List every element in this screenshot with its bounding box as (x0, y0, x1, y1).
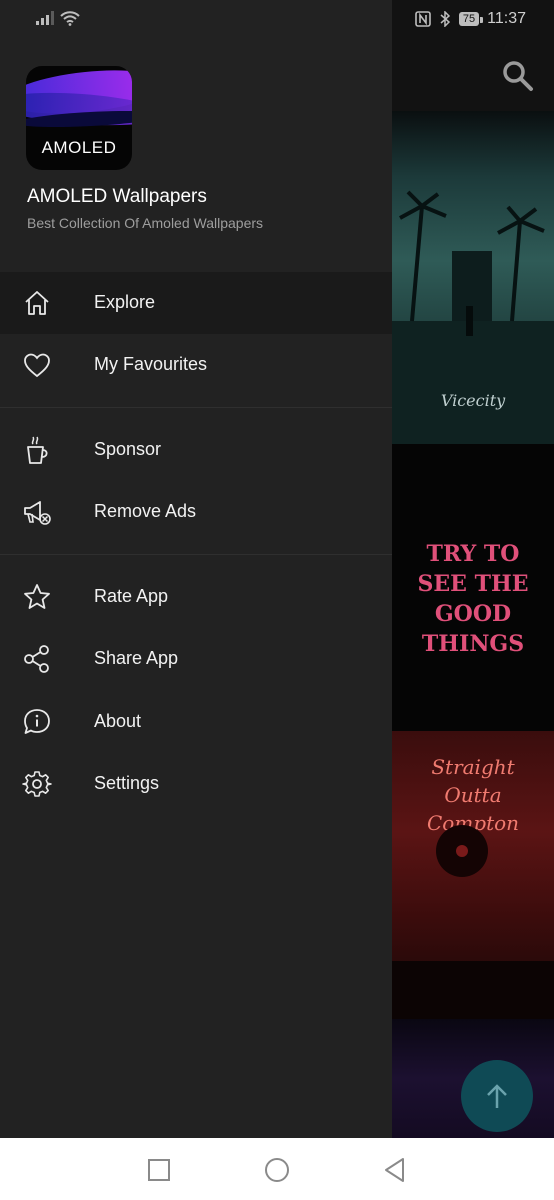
menu-item-label: Remove Ads (94, 501, 197, 521)
status-time: 11:37 (487, 10, 526, 27)
search-icon[interactable] (500, 58, 534, 92)
star-icon (24, 584, 50, 609)
bluetooth-icon (440, 11, 450, 27)
tile-caption: Vicecity (440, 391, 506, 410)
menu-item-label: My Favourites (94, 354, 208, 374)
divider (0, 554, 392, 555)
info-bubble-icon (24, 709, 50, 734)
status-bar: 75 11:37 (0, 0, 554, 40)
menu-item-favourites[interactable]: My Favourites (0, 334, 392, 396)
app-title: AMOLED Wallpapers (27, 186, 207, 207)
home-icon (25, 291, 49, 315)
share-icon (24, 645, 49, 673)
menu-item-share-app[interactable]: Share App (0, 628, 392, 690)
vinyl-record-image (392, 825, 554, 1019)
battery-indicator: 75 (458, 12, 484, 26)
menu-item-about[interactable]: About (0, 691, 392, 753)
menu-item-settings[interactable]: Settings (0, 753, 392, 815)
system-navigation-bar (0, 1138, 554, 1200)
app-subtitle: Best Collection Of Amoled Wallpapers (27, 215, 264, 231)
back-button-icon[interactable] (381, 1156, 409, 1184)
coffee-cup-icon (27, 436, 48, 464)
gear-icon (22, 771, 52, 797)
nfc-icon (415, 11, 431, 27)
wallpaper-tile[interactable]: Vicecity (392, 111, 554, 444)
arrow-up-icon (487, 1084, 507, 1108)
menu-item-label: Rate App (94, 586, 169, 606)
menu-item-explore[interactable]: Explore (0, 272, 392, 334)
app-logo: AMOLED (26, 66, 132, 170)
menu-item-label: Settings (94, 773, 160, 793)
tile-caption: TRY TO SEE THE GOOD THINGS (417, 541, 529, 657)
wifi-icon (60, 11, 80, 26)
menu-item-label: Explore (94, 292, 156, 312)
divider (0, 407, 392, 408)
menu-item-remove-ads[interactable]: Remove Ads (0, 481, 392, 543)
wallpaper-tile[interactable]: Straight Outta Compton (392, 731, 554, 1019)
menu-item-sponsor[interactable]: Sponsor (0, 419, 392, 481)
navigation-drawer: AMOLED AMOLED Wallpapers Best Collection… (0, 0, 392, 1138)
recents-button-icon[interactable] (145, 1156, 173, 1184)
logo-text: AMOLED (41, 138, 117, 157)
menu-item-label: Share App (94, 648, 179, 668)
menu-item-rate-app[interactable]: Rate App (0, 566, 392, 628)
menu-item-label: Sponsor (94, 439, 162, 459)
scroll-to-top-button[interactable] (461, 1060, 533, 1132)
home-button-icon[interactable] (263, 1156, 291, 1184)
menu-item-label: About (94, 711, 142, 731)
megaphone-cancel-icon (24, 501, 51, 525)
wallpaper-tile[interactable]: TRY TO SEE THE GOOD THINGS (392, 444, 554, 731)
signal-icon (36, 11, 54, 25)
heart-icon (24, 353, 50, 378)
